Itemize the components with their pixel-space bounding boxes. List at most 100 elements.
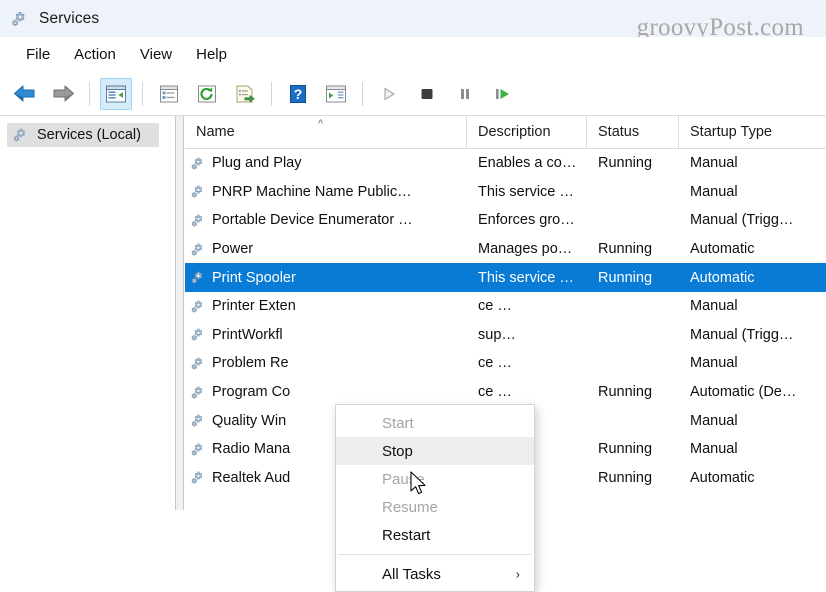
table-row[interactable]: Plug and Play Enables a co… Running Manu… [185, 149, 826, 178]
table-row[interactable]: Program Co ce … Running Automatic (De… [185, 378, 826, 407]
services-gear-icon [189, 183, 206, 200]
forward-icon[interactable] [47, 78, 79, 110]
cell-startup-type: Manual [690, 155, 738, 172]
console-tree-pane: Services (Local) [0, 116, 176, 510]
services-gear-icon [189, 241, 206, 258]
services-gear-icon [189, 412, 206, 429]
context-menu-item-all-tasks[interactable]: All Tasks › [336, 560, 534, 588]
column-header-startup-type-label: Startup Type [690, 124, 772, 140]
services-gear-icon [189, 298, 206, 315]
cell-name: Power [185, 241, 467, 258]
table-row[interactable]: PrintWorkfl sup… Manual (Trigg… [185, 321, 826, 350]
stop-service-icon[interactable] [411, 78, 443, 110]
toolbar-separator-3 [271, 82, 272, 106]
menu-file[interactable]: File [14, 43, 62, 67]
table-row[interactable]: Portable Device Enumerator … Enforces gr… [185, 206, 826, 235]
services-gear-icon [189, 355, 206, 372]
list-column-headers: Name ^ Description Status Startup Type [185, 116, 826, 149]
context-menu-item-label: Restart [382, 526, 431, 544]
services-gear-icon [189, 269, 206, 286]
service-context-menu: Start Stop Pause Resume Restart All Tasks › [335, 404, 535, 592]
cell-name: Print Spooler [185, 269, 467, 286]
table-row[interactable]: Power Manages po… Running Automatic [185, 235, 826, 264]
service-name-label: Printer Exten [212, 298, 296, 315]
cell-name: Program Co [185, 384, 467, 401]
cell-startup-type: Automatic [690, 269, 755, 286]
cell-description: This service … [478, 269, 574, 286]
menu-bar: File Action View Help [0, 37, 826, 73]
service-name-label: Power [212, 241, 254, 258]
title-bar: Services groovyPost.com [0, 0, 826, 41]
context-menu-item-label: Stop [382, 442, 413, 460]
menu-view[interactable]: View [128, 43, 184, 67]
sidebar-item-services-local[interactable]: Services (Local) [7, 123, 159, 147]
service-name-label: Portable Device Enumerator … [212, 212, 413, 229]
cell-description: Enforces gro… [478, 212, 575, 229]
table-row[interactable]: Problem Re ce … Manual [185, 349, 826, 378]
cell-startup-type: Manual [690, 183, 738, 200]
chevron-right-icon: › [515, 566, 520, 582]
pause-service-icon[interactable] [449, 78, 481, 110]
context-menu-item-pause: Pause [336, 465, 534, 493]
context-menu-item-resume: Resume [336, 493, 534, 521]
service-name-label: PNRP Machine Name Public… [212, 183, 412, 200]
help-icon[interactable]: ? [282, 78, 314, 110]
cell-status: Running [598, 155, 653, 172]
cell-status: Running [598, 469, 653, 486]
table-row[interactable]: Print Spooler This service … Running Aut… [185, 263, 826, 292]
cell-description: Manages po… [478, 241, 573, 258]
service-name-label: Realtek Aud [212, 469, 291, 486]
services-gear-icon [9, 9, 29, 29]
services-gear-icon [189, 155, 206, 172]
show-hide-tree-icon[interactable] [100, 78, 132, 110]
start-service-icon[interactable] [373, 78, 405, 110]
service-name-label: Radio Mana [212, 441, 291, 458]
services-gear-icon [189, 384, 206, 401]
pane-splitter[interactable] [176, 116, 184, 510]
context-menu-item-label: All Tasks [382, 565, 441, 583]
cell-startup-type: Automatic (De… [690, 384, 797, 401]
column-header-description[interactable]: Description [467, 116, 587, 149]
cell-startup-type: Manual [690, 355, 738, 372]
column-header-status-label: Status [598, 124, 640, 140]
cell-startup-type: Manual (Trigg… [690, 326, 794, 343]
sort-ascending-icon: ^ [318, 117, 324, 130]
cell-startup-type: Manual [690, 441, 738, 458]
properties-icon[interactable] [153, 78, 185, 110]
export-list-icon[interactable] [229, 78, 261, 110]
service-name-label: Quality Win [212, 412, 287, 429]
cell-startup-type: Manual [690, 412, 738, 429]
menu-action[interactable]: Action [62, 43, 128, 67]
column-header-name-label: Name [196, 124, 235, 140]
table-row[interactable]: PNRP Machine Name Public… This service …… [185, 178, 826, 207]
cell-description: sup… [478, 326, 516, 343]
column-header-startup-type[interactable]: Startup Type [679, 116, 826, 149]
show-action-pane-icon[interactable] [320, 78, 352, 110]
cell-description: This service … [478, 183, 574, 200]
service-name-label: Program Co [212, 384, 291, 401]
table-row[interactable]: Printer Exten ce … Manual [185, 292, 826, 321]
services-window: Services groovyPost.com File Action View… [0, 0, 826, 592]
context-menu-item-restart[interactable]: Restart [336, 521, 534, 549]
service-name-label: Problem Re [212, 355, 289, 372]
cell-startup-type: Manual (Trigg… [690, 212, 794, 229]
cell-status: Running [598, 384, 653, 401]
cell-name: Portable Device Enumerator … [185, 212, 467, 229]
column-header-status[interactable]: Status [587, 116, 679, 149]
toolbar-separator-2 [142, 82, 143, 106]
refresh-icon[interactable] [191, 78, 223, 110]
services-gear-icon [189, 469, 206, 486]
cell-description: ce … [478, 384, 512, 401]
toolbar-separator-1 [89, 82, 90, 106]
context-menu-separator [338, 554, 532, 555]
cell-name: PNRP Machine Name Public… [185, 183, 467, 200]
cell-startup-type: Automatic [690, 469, 755, 486]
back-icon[interactable] [9, 78, 41, 110]
restart-service-icon[interactable] [487, 78, 519, 110]
cell-status: Running [598, 241, 653, 258]
column-header-name[interactable]: Name ^ [185, 116, 467, 149]
menu-help[interactable]: Help [184, 43, 239, 67]
cell-name: PrintWorkfl [185, 326, 467, 343]
toolbar: ? [0, 73, 826, 116]
context-menu-item-stop[interactable]: Stop [336, 437, 534, 465]
